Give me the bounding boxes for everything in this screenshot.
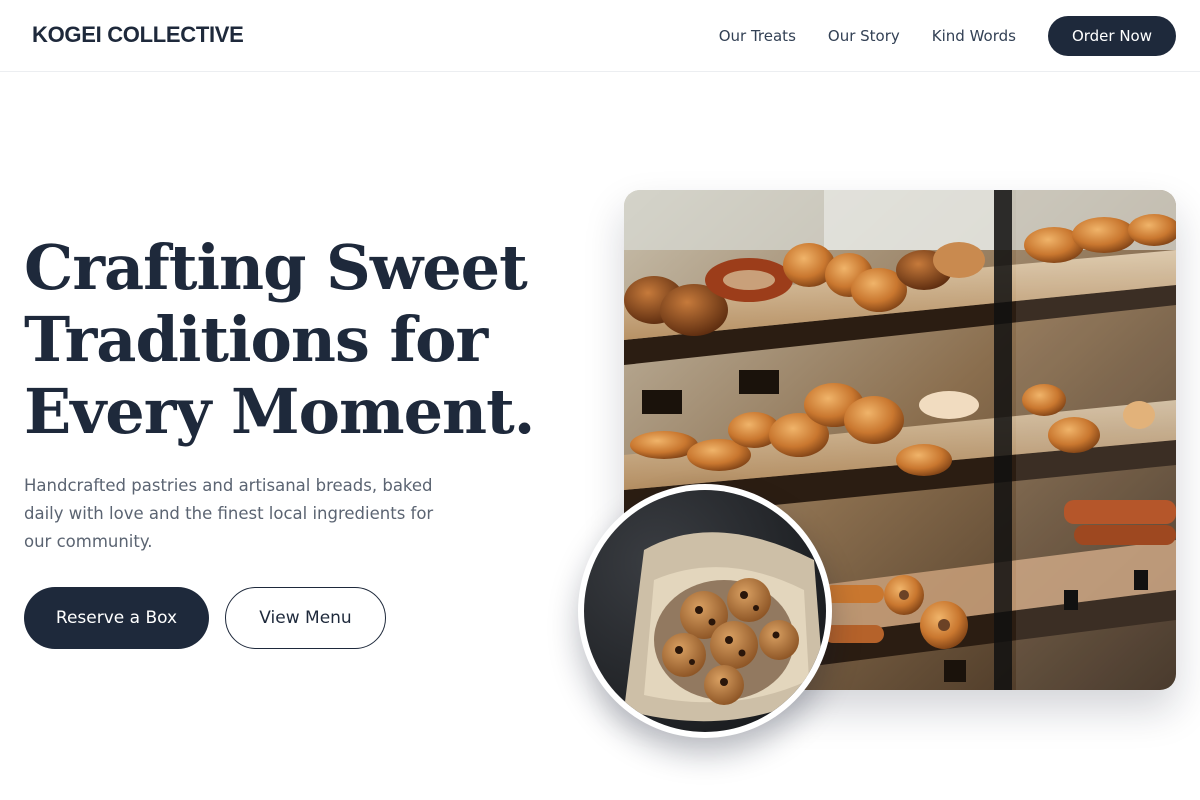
view-menu-button[interactable]: View Menu <box>225 587 386 649</box>
order-now-button[interactable]: Order Now <box>1047 16 1176 56</box>
main-nav: Our Treats Our Story Kind Words Order No… <box>719 16 1176 56</box>
cookie-basket-frame <box>584 490 826 732</box>
hero-headline: Crafting Sweet Traditions for Every Mome… <box>24 232 584 448</box>
headline-line-2: Traditions for <box>24 303 488 376</box>
cookie-basket-illustration <box>584 490 826 732</box>
cookie-basket-photo <box>578 484 832 738</box>
nav-link-our-treats[interactable]: Our Treats <box>719 27 796 45</box>
nav-link-our-story[interactable]: Our Story <box>828 27 900 45</box>
nav-link-kind-words[interactable]: Kind Words <box>932 27 1016 45</box>
top-navbar: KOGEI COLLECTIVE Our Treats Our Story Ki… <box>0 0 1200 72</box>
headline-line-3: Every Moment. <box>24 375 535 448</box>
headline-line-1: Crafting Sweet <box>24 231 528 304</box>
hero-subtext: Handcrafted pastries and artisanal bread… <box>24 476 434 551</box>
reserve-box-button[interactable]: Reserve a Box <box>24 587 209 649</box>
brand-logo[interactable]: KOGEI COLLECTIVE <box>32 22 244 48</box>
